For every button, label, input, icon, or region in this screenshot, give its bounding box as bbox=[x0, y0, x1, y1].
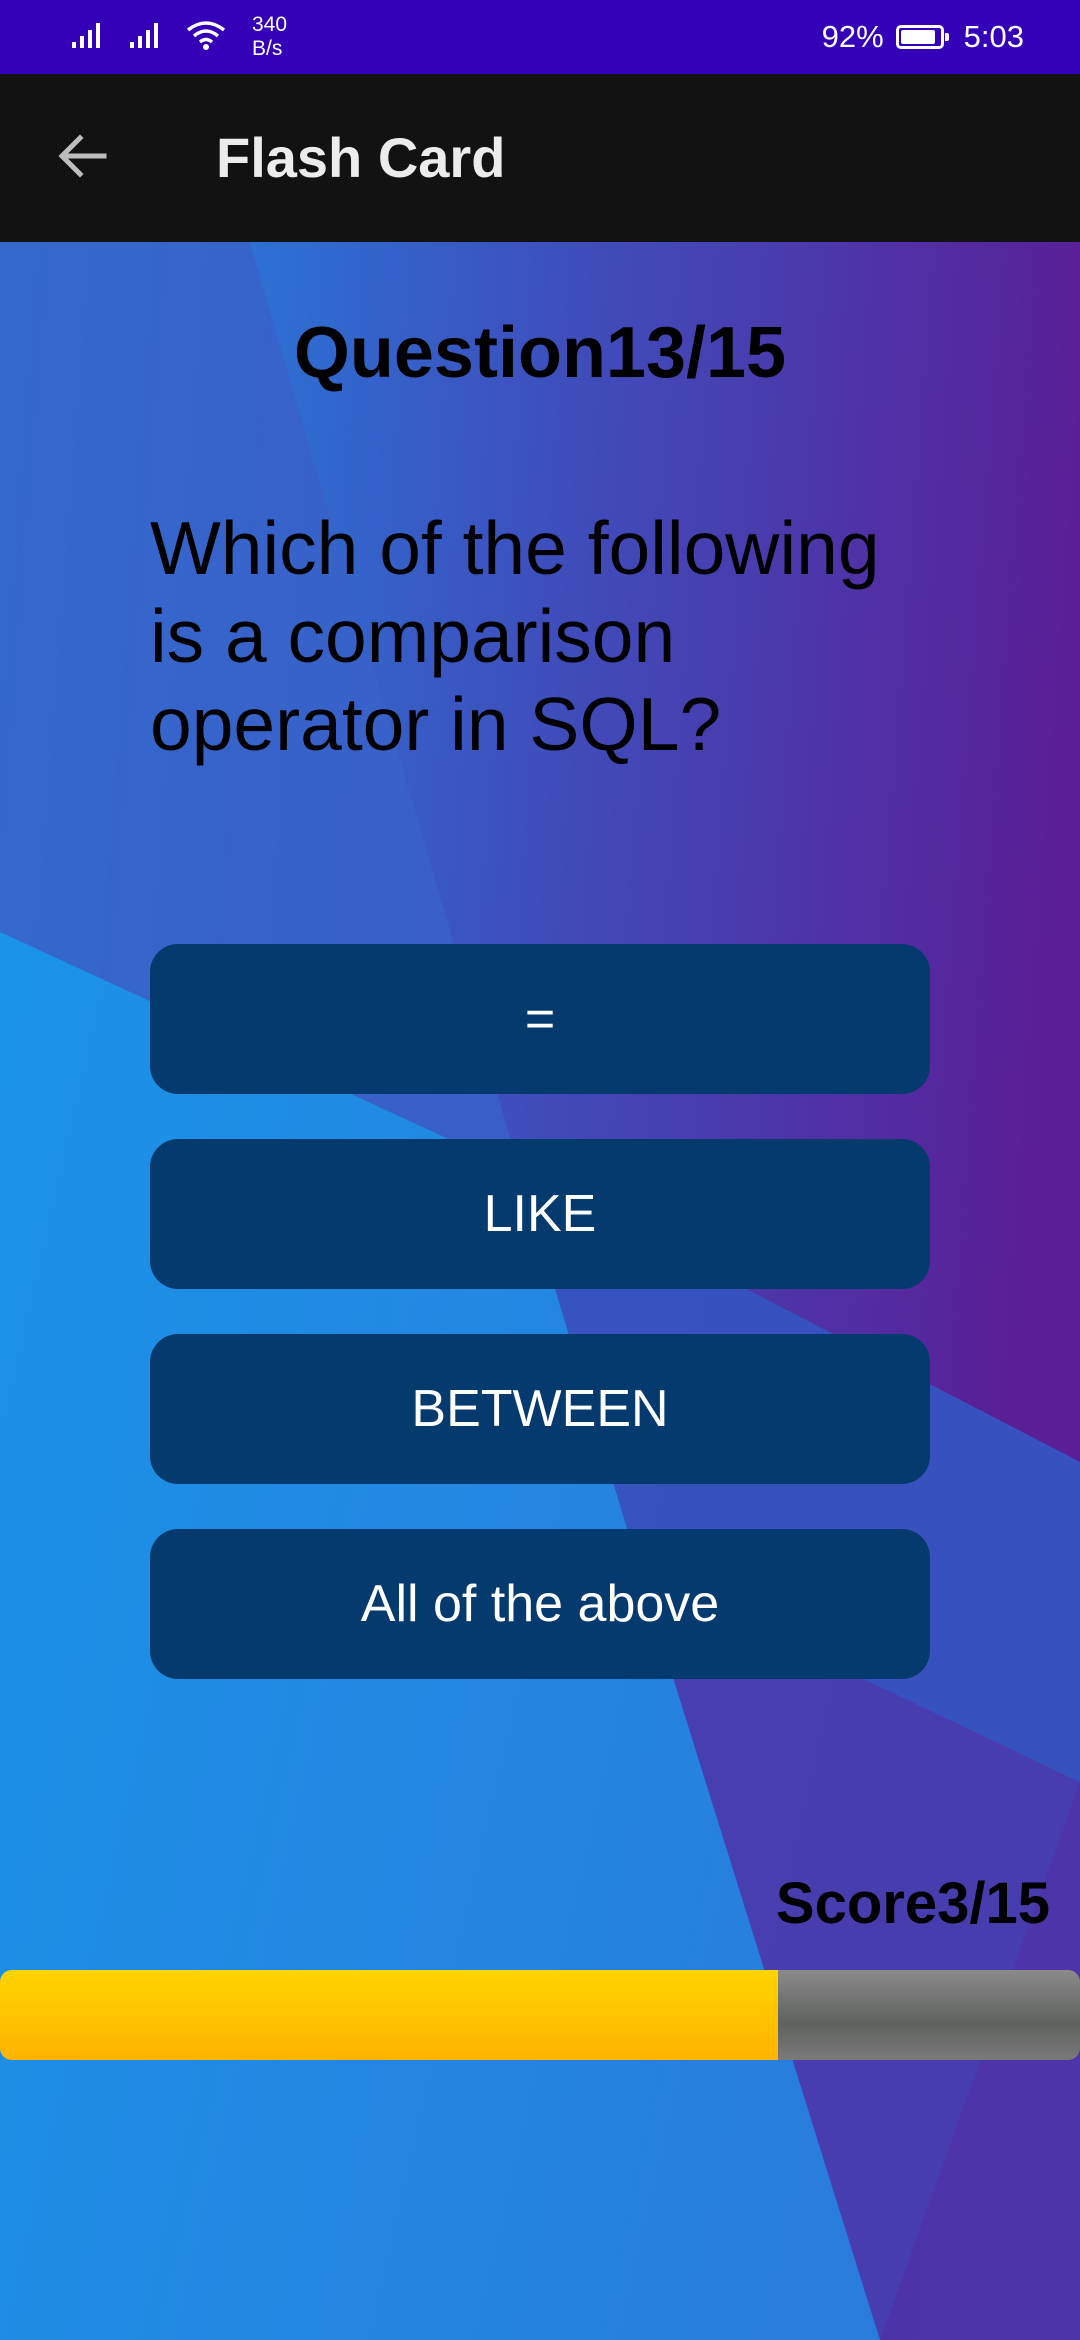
app-bar: Flash Card bbox=[0, 74, 1080, 242]
progress-bar bbox=[0, 1970, 1080, 2060]
status-left: 340 B/s bbox=[70, 12, 287, 62]
app-title: Flash Card bbox=[216, 126, 506, 189]
network-speed-value: 340 bbox=[252, 13, 288, 36]
score-label: Score3/15 bbox=[775, 1871, 1050, 1936]
flash-card-screen: 340 B/s 92% 5:03 Flash Card Question13/1… bbox=[0, 0, 1080, 2340]
wifi-icon bbox=[186, 20, 226, 55]
back-button[interactable] bbox=[42, 118, 122, 198]
quiz-content: Question13/15 Which of the following is … bbox=[0, 242, 1080, 2340]
signal-icon bbox=[128, 20, 164, 55]
option-button-2[interactable]: LIKE bbox=[150, 1139, 930, 1289]
question-text: Which of the following is a comparison o… bbox=[150, 506, 880, 766]
battery-level bbox=[900, 30, 935, 44]
arrow-back-icon bbox=[54, 128, 110, 189]
signal-icon bbox=[70, 20, 106, 55]
status-bar: 340 B/s 92% 5:03 bbox=[0, 0, 1080, 74]
network-speed: 340 B/s bbox=[252, 13, 287, 61]
status-right: 92% 5:03 bbox=[822, 12, 1024, 62]
network-speed-unit: B/s bbox=[252, 37, 283, 60]
battery-icon bbox=[895, 25, 949, 49]
progress-bar-fill bbox=[0, 1970, 778, 2060]
option-button-1[interactable]: = bbox=[150, 944, 930, 1094]
question-counter: Question13/15 bbox=[293, 313, 787, 393]
clock: 5:03 bbox=[963, 19, 1024, 54]
battery-percent: 92% bbox=[821, 19, 884, 54]
option-button-4[interactable]: All of the above bbox=[150, 1529, 930, 1679]
option-button-3[interactable]: BETWEEN bbox=[150, 1334, 930, 1484]
